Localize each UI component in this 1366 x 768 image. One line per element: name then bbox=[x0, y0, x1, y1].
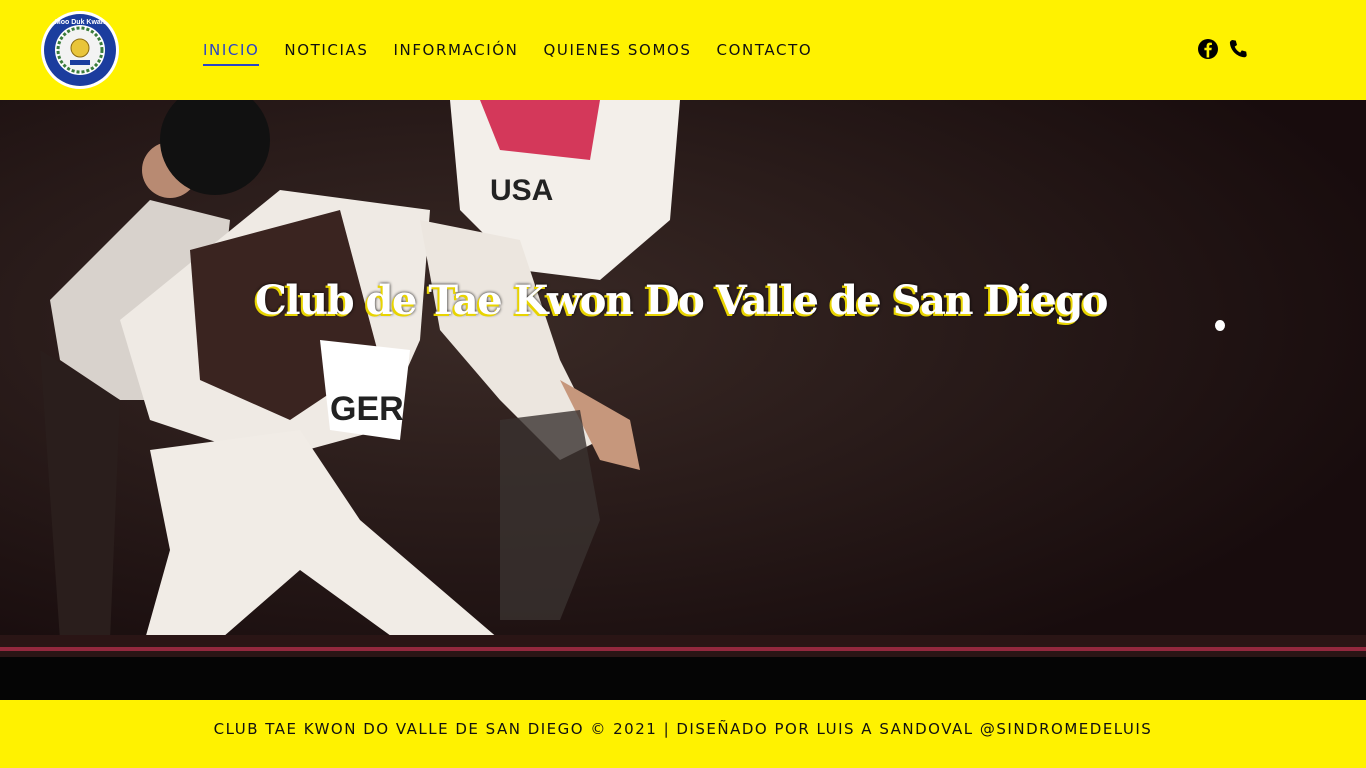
chest-label-usa: USA bbox=[490, 174, 553, 207]
chest-label-ger: GER bbox=[330, 390, 404, 428]
hero-bottom-band bbox=[0, 657, 1366, 700]
footer-copyright: CLUB TAE KWON DO VALLE DE SAN DIEGO © 20… bbox=[213, 720, 1153, 738]
site-footer: CLUB TAE KWON DO VALLE DE SAN DIEGO © 20… bbox=[0, 700, 1366, 768]
hero-banner: GER USA Club de Tae Kwon Do Valle de San… bbox=[0, 100, 1366, 657]
site-header: Moo Duk Kwan INICIO NOTICIAS INFORMACIÓN… bbox=[0, 0, 1366, 100]
nav-item-quienes-somos[interactable]: QUIENES SOMOS bbox=[543, 40, 691, 66]
hero-title: Club de Tae Kwon Do Valle de San Diego bbox=[255, 277, 1108, 324]
social-links bbox=[1198, 38, 1248, 60]
phone-icon[interactable] bbox=[1228, 38, 1248, 60]
taekwondo-sparring-photo: GER USA bbox=[0, 100, 1366, 657]
nav-item-noticias[interactable]: NOTICIAS bbox=[284, 40, 368, 66]
club-logo[interactable]: Moo Duk Kwan bbox=[40, 10, 120, 90]
nav-item-inicio[interactable]: INICIO bbox=[203, 40, 260, 66]
logo-top-text: Moo Duk Kwan bbox=[55, 19, 105, 26]
slider-dot[interactable] bbox=[1215, 320, 1225, 331]
nav-item-informacion[interactable]: INFORMACIÓN bbox=[393, 40, 518, 66]
nav-item-contacto[interactable]: CONTACTO bbox=[717, 40, 813, 66]
main-nav: INICIO NOTICIAS INFORMACIÓN QUIENES SOMO… bbox=[203, 40, 837, 66]
facebook-icon[interactable] bbox=[1198, 38, 1218, 60]
